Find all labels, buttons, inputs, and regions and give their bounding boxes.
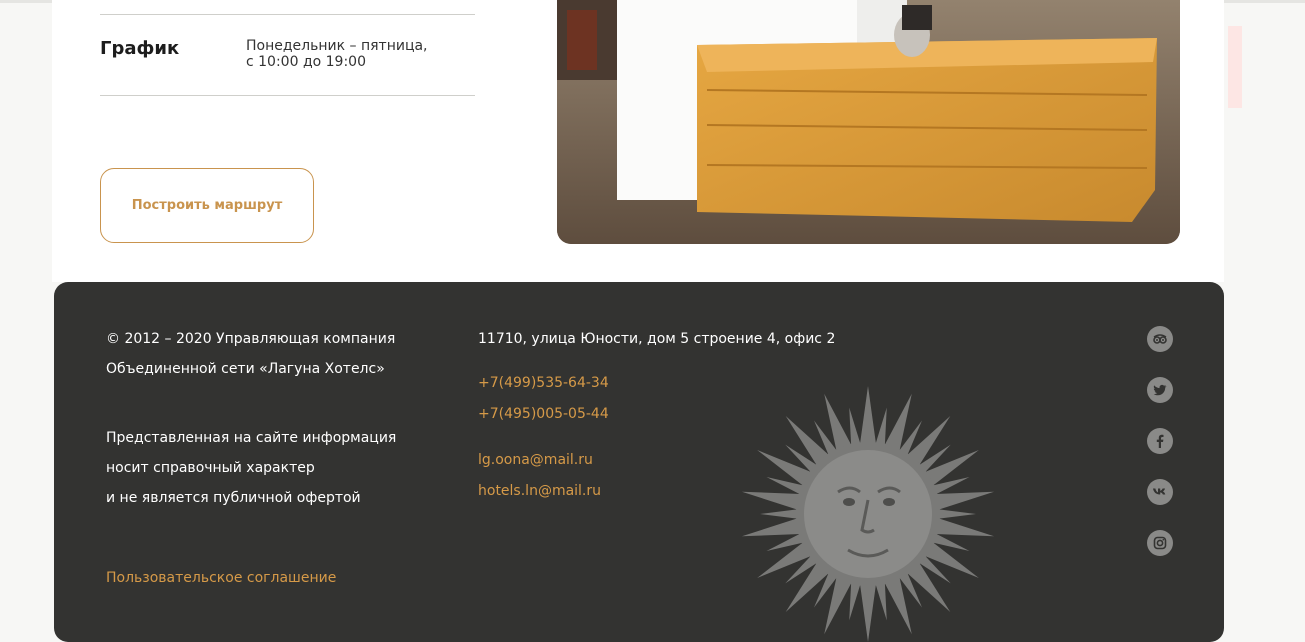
decorative-mark	[1224, 26, 1248, 108]
schedule-value: Понедельник – пятница, с 10:00 до 19:00	[246, 38, 428, 70]
phone-link[interactable]: +7(499)535-64-34	[478, 368, 609, 398]
copyright-text: © 2012 – 2020 Управляющая компания Объед…	[106, 331, 396, 377]
footer: © 2012 – 2020 Управляющая компания Объед…	[54, 282, 1224, 642]
twitter-icon[interactable]	[1147, 377, 1173, 403]
address-text: 11710, улица Юности, дом 5 строение 4, о…	[478, 331, 836, 347]
tripadvisor-icon[interactable]	[1147, 326, 1173, 352]
build-route-button[interactable]: Построить маршрут	[100, 168, 314, 243]
decorative-stripe	[515, 272, 765, 282]
facebook-icon[interactable]	[1147, 428, 1173, 454]
email-link[interactable]: hotels.ln@mail.ru	[478, 476, 601, 506]
reception-photo	[557, 0, 1180, 244]
vk-icon[interactable]	[1147, 479, 1173, 505]
sun-emblem-logo	[736, 382, 1001, 642]
user-agreement-link[interactable]: Пользовательское соглашение	[106, 563, 336, 593]
instagram-icon[interactable]	[1147, 530, 1173, 556]
schedule-label: График	[100, 38, 180, 59]
disclaimer-text: Представленная на сайте информация носит…	[106, 430, 397, 506]
email-link[interactable]: lg.oona@mail.ru	[478, 445, 593, 475]
phone-link[interactable]: +7(495)005-05-44	[478, 399, 609, 429]
divider	[100, 95, 475, 96]
divider	[100, 14, 475, 15]
